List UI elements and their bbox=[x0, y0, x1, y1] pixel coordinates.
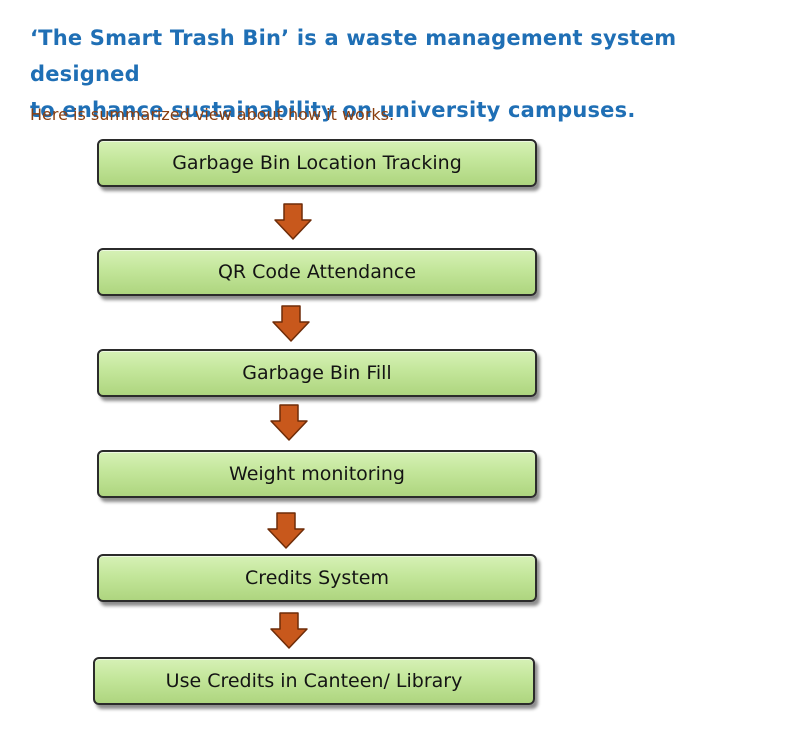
down-arrow-icon bbox=[273, 203, 313, 241]
down-arrow-icon bbox=[271, 305, 311, 343]
flowchart: Garbage Bin Location Tracking QR Code At… bbox=[0, 0, 786, 730]
step-label: Credits System bbox=[245, 567, 389, 589]
step-box-credits-system: Credits System bbox=[97, 554, 537, 602]
step-box-use-credits: Use Credits in Canteen/ Library bbox=[93, 657, 535, 705]
down-arrow-icon bbox=[269, 612, 309, 650]
down-arrow-icon bbox=[266, 512, 306, 550]
step-box-location-tracking: Garbage Bin Location Tracking bbox=[97, 139, 537, 187]
step-label: Use Credits in Canteen/ Library bbox=[165, 670, 463, 692]
step-label: Weight monitoring bbox=[229, 463, 405, 485]
down-arrow-icon bbox=[269, 404, 309, 442]
step-label: Garbage Bin Location Tracking bbox=[172, 152, 462, 174]
step-box-bin-fill: Garbage Bin Fill bbox=[97, 349, 537, 397]
step-box-qr-attendance: QR Code Attendance bbox=[97, 248, 537, 296]
step-box-weight-monitoring: Weight monitoring bbox=[97, 450, 537, 498]
step-label: Garbage Bin Fill bbox=[242, 362, 392, 384]
step-label: QR Code Attendance bbox=[217, 261, 417, 283]
